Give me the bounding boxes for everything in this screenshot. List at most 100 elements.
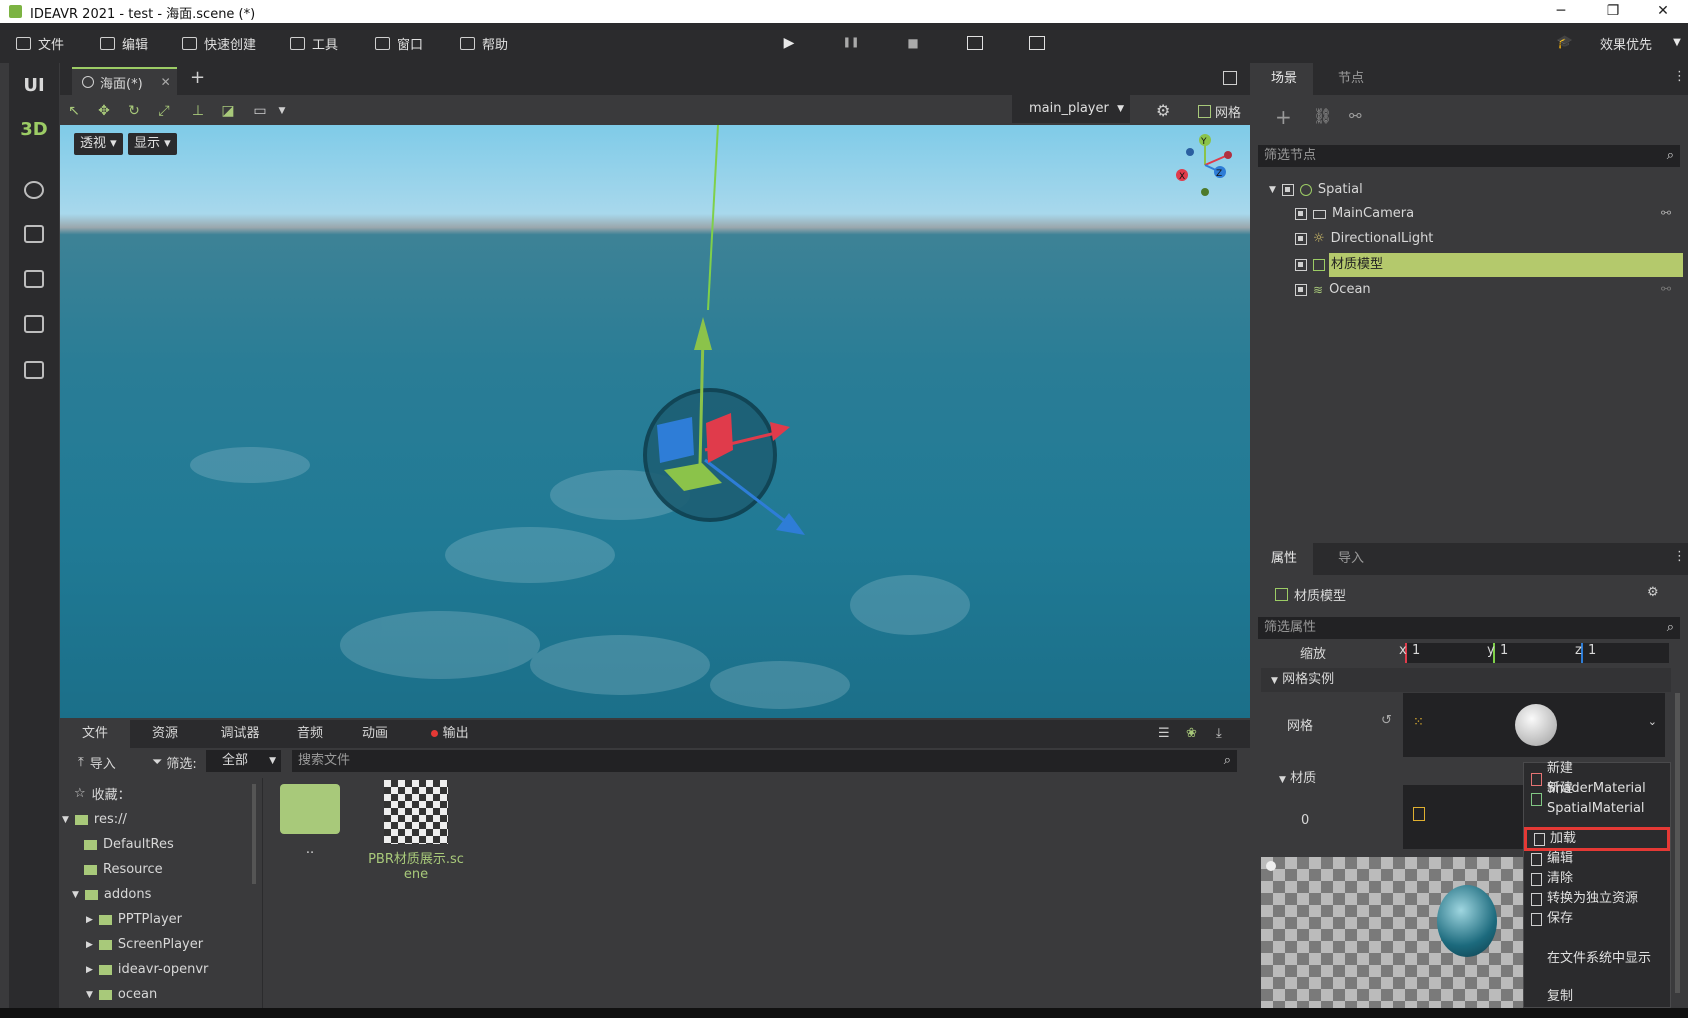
- menu-new-spatial-material[interactable]: 新建SpatialMaterial: [1524, 781, 1670, 816]
- maximize-button[interactable]: ❐: [1590, 0, 1636, 23]
- scale-tool-icon[interactable]: ⤢: [156, 103, 172, 119]
- mesh-resource-slot[interactable]: ⁙ ⌄: [1403, 693, 1665, 757]
- visibility-checkbox[interactable]: [1295, 259, 1307, 271]
- tree-resource[interactable]: Resource: [84, 859, 163, 881]
- menu-make-unique[interactable]: 转换为独立资源: [1524, 889, 1670, 909]
- node-filter-input[interactable]: 筛选节点 ⌕: [1258, 145, 1680, 167]
- ui-mode-button[interactable]: UI: [9, 75, 59, 96]
- more-options-icon[interactable]: ⋮: [1673, 69, 1686, 84]
- clapper-play-icon[interactable]: [966, 34, 984, 52]
- list-view-icon[interactable]: ☰: [1158, 726, 1170, 741]
- chevron-down-icon[interactable]: ⌄: [1648, 715, 1657, 728]
- revert-icon[interactable]: ↺: [1381, 713, 1392, 728]
- store-icon[interactable]: [24, 225, 44, 243]
- export-icon[interactable]: [24, 361, 44, 379]
- menu-edit[interactable]: 编辑: [1524, 849, 1670, 869]
- play-button[interactable]: ▶: [780, 34, 798, 52]
- section-mesh-instance[interactable]: ▼ 网格实例: [1261, 668, 1671, 692]
- tree-item-directionallight[interactable]: ☼ DirectionalLight: [1295, 228, 1433, 250]
- scale-y-field[interactable]: y 1: [1487, 643, 1581, 663]
- menu-copy[interactable]: 复制: [1524, 987, 1670, 1007]
- visibility-checkbox[interactable]: [1295, 233, 1307, 245]
- link-icon[interactable]: ⛓: [1313, 107, 1332, 125]
- tree-res-root[interactable]: ▼ res://: [62, 809, 127, 831]
- display-button[interactable]: 显示 ▾: [128, 133, 177, 155]
- tree-defaultres[interactable]: DefaultRes: [84, 834, 174, 856]
- tree-item-ocean[interactable]: ≋ Ocean: [1295, 279, 1371, 301]
- more-options-icon[interactable]: ⋮: [1673, 549, 1686, 564]
- visibility-checkbox[interactable]: [1295, 284, 1307, 296]
- file-search-input[interactable]: 搜索文件 ⌕: [292, 750, 1237, 772]
- tab-properties[interactable]: 属性: [1255, 543, 1313, 575]
- favorites-row[interactable]: ☆ 收藏：: [74, 784, 131, 803]
- menu-help[interactable]: 帮助: [460, 33, 508, 53]
- inspector-settings-icon[interactable]: ⚙: [1647, 585, 1659, 600]
- tab-output[interactable]: 输出: [415, 720, 485, 748]
- quality-select[interactable]: 效果优先: [1600, 33, 1652, 53]
- light-toggle-icon[interactable]: [1266, 861, 1276, 871]
- local-space-icon[interactable]: ⊥: [190, 103, 206, 119]
- tree-item-material-model[interactable]: 材质模型: [1295, 254, 1383, 276]
- script-icon[interactable]: ⚯: [1349, 107, 1362, 125]
- script-attached-icon[interactable]: ⚯: [1661, 282, 1671, 296]
- tree-pptplayer[interactable]: ▶ PPTPlayer: [86, 909, 182, 931]
- graduation-cap-icon[interactable]: 🎓: [1556, 34, 1574, 52]
- minimize-button[interactable]: ─: [1538, 0, 1584, 23]
- script-attached-icon[interactable]: ⚯: [1661, 206, 1671, 220]
- 3d-viewport[interactable]: 透视 ▾ 显示 ▾ Y Z X: [60, 125, 1250, 718]
- menu-quick-create[interactable]: 快速创建: [182, 33, 256, 53]
- close-button[interactable]: ✕: [1640, 0, 1686, 23]
- settings-panel-icon[interactable]: [24, 270, 44, 288]
- snap-icon[interactable]: ◪: [220, 103, 236, 119]
- menu-file[interactable]: 文件: [16, 33, 64, 53]
- tree-ocean[interactable]: ▼ ocean: [86, 984, 157, 1006]
- move-tool-icon[interactable]: ✥: [96, 103, 112, 119]
- menu-tools[interactable]: 工具: [290, 33, 338, 53]
- download-icon[interactable]: ⤓: [1216, 726, 1222, 741]
- 3d-mode-button[interactable]: 3D: [9, 119, 59, 140]
- scene-tab[interactable]: 海面(*) ✕: [72, 67, 177, 95]
- menu-clear[interactable]: 清除: [1524, 869, 1670, 889]
- visibility-checkbox[interactable]: [1281, 184, 1294, 196]
- tree-scrollbar[interactable]: [252, 784, 256, 884]
- transform-menu-dropdown-icon[interactable]: ▼: [274, 103, 290, 119]
- select-tool-icon[interactable]: ↖: [66, 103, 82, 119]
- grid-toggle[interactable]: 网格: [1198, 102, 1241, 121]
- tab-node[interactable]: 节点: [1338, 63, 1388, 95]
- rotate-tool-icon[interactable]: ↻: [126, 103, 142, 119]
- file-item-parent[interactable]: ..: [278, 784, 342, 857]
- add-node-button[interactable]: +: [1275, 105, 1292, 129]
- tab-animation[interactable]: 动画: [340, 720, 410, 748]
- tab-files[interactable]: 文件: [60, 720, 130, 748]
- material-resource-slot[interactable]: [1403, 785, 1523, 849]
- tree-addons[interactable]: ▼ addons: [72, 884, 151, 906]
- scale-x-field[interactable]: x 1: [1399, 643, 1493, 663]
- perspective-button[interactable]: 透视 ▾: [74, 133, 123, 155]
- tab-audio[interactable]: 音频: [280, 720, 340, 748]
- orientation-gizmo[interactable]: Y Z X: [1170, 130, 1240, 200]
- tab-scene[interactable]: 场景: [1255, 63, 1313, 95]
- grid-view-icon[interactable]: ❀: [1186, 726, 1197, 741]
- import-button[interactable]: ⤒ 导入: [78, 753, 116, 772]
- property-filter-input[interactable]: 筛选属性 ⌕: [1258, 617, 1680, 639]
- material-section[interactable]: ▼ 材质: [1279, 767, 1316, 786]
- inspector-scrollbar[interactable]: [1675, 693, 1680, 993]
- menu-save[interactable]: 保存: [1524, 909, 1670, 929]
- gear-icon[interactable]: ⚙: [1156, 101, 1170, 120]
- share-icon[interactable]: [24, 315, 44, 333]
- tree-item-spatial[interactable]: ▼ Spatial: [1269, 179, 1363, 201]
- filter-select[interactable]: 全部 ▼: [206, 750, 281, 772]
- tree-ideavr-openvr[interactable]: ▶ ideavr-openvr: [86, 959, 208, 981]
- add-tab-button[interactable]: +: [190, 67, 205, 88]
- player-select[interactable]: main_player ▼: [1012, 95, 1130, 123]
- tab-import[interactable]: 导入: [1338, 543, 1388, 575]
- stop-button[interactable]: ■: [904, 34, 922, 52]
- fullscreen-icon[interactable]: [1223, 71, 1237, 85]
- pause-button[interactable]: ❚❚: [842, 34, 860, 52]
- scale-z-field[interactable]: z 1: [1575, 643, 1669, 663]
- clapper-icon[interactable]: [1028, 34, 1046, 52]
- tree-item-maincamera[interactable]: MainCamera: [1295, 203, 1414, 225]
- visibility-checkbox[interactable]: [1295, 208, 1307, 220]
- quality-dropdown-icon[interactable]: ▼: [1668, 34, 1686, 52]
- split-divider[interactable]: [262, 778, 263, 1008]
